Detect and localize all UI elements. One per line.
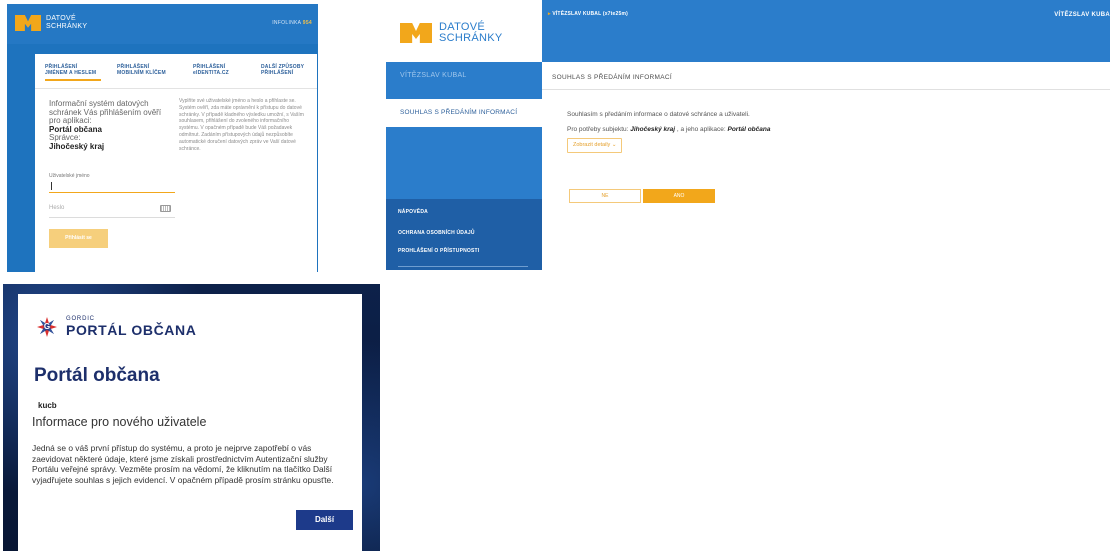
logo-glyph: G [43,322,51,331]
purpose-app: Portál občana [727,126,771,133]
logo-text: DATOVÉ SCHRÁNKY [439,22,503,44]
chevron-down-icon: ⌄ [611,142,617,148]
purpose-text: Pro potřeby subjektu: Jihočeský kraj , a… [567,126,770,133]
login-card: PŘIHLÁŠENÍ JMÉNEM A HESLEM PŘIHLÁŠENÍ MO… [35,54,317,272]
purpose-prefix: Pro potřeby subjektu: [567,126,629,133]
username-input[interactable] [49,179,175,193]
infoline: INFOLINKA 954 [272,20,312,26]
brand-text: GORDIC PORTÁL OBČANA [66,316,196,338]
tab-login-password[interactable]: PŘIHLÁŠENÍ JMÉNEM A HESLEM [45,64,101,81]
sidebar-logo-area: DATOVÉ SCHRÁNKY [386,0,542,62]
keyboard-icon[interactable] [160,205,171,212]
page-title: SOUHLAS S PŘEDÁNÍM INFORMACÍ [552,74,672,81]
datove-schranky-logo[interactable]: DATOVÉ SCHRÁNKY [15,15,87,31]
consent-panel: DATOVÉ SCHRÁNKY ▸ VÍTĚZSLAV KUBAL (x7te2… [386,0,1110,270]
infoline-label: INFOLINKA [272,20,302,26]
datove-schranky-logo[interactable]: DATOVÉ SCHRÁNKY [400,22,503,44]
portal-brand: G GORDIC PORTÁL OBČANA [34,314,196,340]
show-details-label: Zobrazit detaily [573,142,611,148]
triangle-right-icon: ▸ [548,11,551,17]
tab-login-eidentita[interactable]: PŘIHLÁŠENÍ eIDENTITA.CZ [193,64,245,81]
portal-panel: G GORDIC PORTÁL OBČANA Portál občana kuc… [3,284,380,551]
admin-name: Jihočeský kraj [49,141,105,151]
no-button[interactable]: NE [569,189,641,203]
login-button[interactable]: Přihlásit se [49,229,108,248]
tab-login-mobile-key[interactable]: PŘIHLÁŠENÍ MOBILNÍM KLÍČEM [117,64,177,81]
topbar-user-label: VÍTĚZSLAV KUBAL (x7te25m) [552,11,628,17]
sidebar-link-accessibility[interactable]: PROHLÁŠENÍ O PŘÍSTUPNOSTI [398,248,479,254]
title-divider [542,89,1110,90]
password-placeholder: Heslo [49,205,65,211]
consent-text: Souhlasím s předáním informace o datové … [567,111,750,118]
sidebar: VÍTĚZSLAV KUBAL SOUHLAS S PŘEDÁNÍM INFOR… [386,62,542,270]
login-description: Vyplňte své uživatelské jméno a heslo a … [179,98,304,152]
purpose-subject: Jihočeský kraj [630,126,676,133]
login-header: DATOVÉ SCHRÁNKY INFOLINKA 954 [7,4,318,44]
login-tabs: PŘIHLÁŠENÍ JMÉNEM A HESLEM PŘIHLÁŠENÍ MO… [45,64,307,81]
sidebar-link-privacy[interactable]: OCHRANA OSOBNÍCH ÚDAJŮ [398,230,475,236]
show-details-button[interactable]: Zobrazit detaily ⌄ [567,138,623,153]
portal-card: G GORDIC PORTÁL OBČANA Portál občana kuc… [18,294,362,551]
password-input[interactable]: Heslo [49,200,175,218]
sidebar-link-help[interactable]: NÁPOVĚDA [398,209,428,215]
brand-big: PORTÁL OBČANA [66,322,197,338]
logo-line-2: SCHRÁNKY [46,23,88,30]
info-text: Jedná se o váš první přístup do systému,… [32,443,334,485]
info-text: Informační systém datových schránek Vás … [49,99,162,125]
yes-button[interactable]: ANO [643,189,715,203]
tab-login-other[interactable]: DALŠÍ ZPŮSOBY PŘIHLÁŠENÍ [261,64,307,81]
ds-logo-icon [15,15,41,31]
sidebar-divider [398,266,528,267]
sidebar-footer: NÁPOVĚDA OCHRANA OSOBNÍCH ÚDAJŮ PROHLÁŠE… [386,199,542,270]
gordic-logo-icon: G [34,314,60,340]
login-info: Informační systém datových schránek Vás … [49,99,167,151]
topbar-user-right[interactable]: VÍTĚZSLAV KUBA [1054,12,1110,18]
logo-line-2: SCHRÁNKY [439,32,503,44]
section-subtitle: Informace pro nového uživatele [32,415,207,429]
username: kucb [38,401,57,410]
admin-label: Správce: [49,133,81,142]
sidebar-user-name[interactable]: VÍTĚZSLAV KUBAL [400,72,467,79]
tabs-divider [35,88,317,89]
logo-text: DATOVÉ SCHRÁNKY [46,15,87,31]
topbar-user[interactable]: ▸ VÍTĚZSLAV KUBAL (x7te25m) [548,11,628,17]
screenshot-collage: DATOVÉ SCHRÁNKY INFOLINKA 954 PŘIHLÁŠENÍ… [0,0,1110,551]
login-panel: DATOVÉ SCHRÁNKY INFOLINKA 954 PŘIHLÁŠENÍ… [7,4,318,272]
page-title: Portál občana [34,365,160,386]
ds-logo-icon [400,23,432,43]
logo-line-1: DATOVÉ [46,15,76,22]
next-button[interactable]: Další [296,510,353,530]
sidebar-item-consent[interactable]: SOUHLAS S PŘEDÁNÍM INFORMACÍ [386,99,542,127]
sidebar-item-label: SOUHLAS S PŘEDÁNÍM INFORMACÍ [400,109,518,116]
infoline-number: 954 [302,20,312,26]
purpose-middle: , a jeho aplikace: [676,126,726,133]
